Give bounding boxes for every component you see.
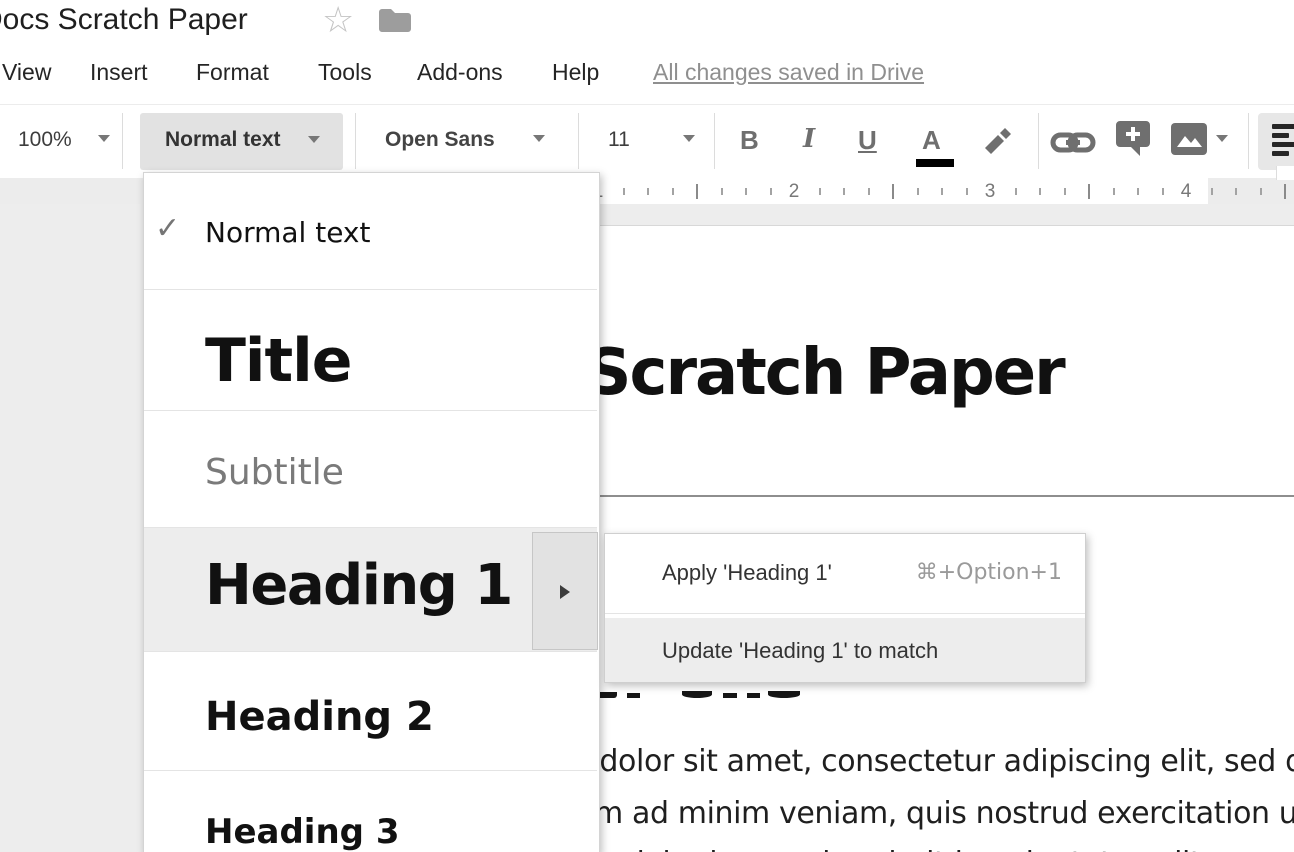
- insert-image-button[interactable]: [1170, 122, 1208, 161]
- ruler-tick: [868, 188, 870, 195]
- menu-view[interactable]: View: [2, 59, 51, 86]
- ruler-tick: [770, 188, 772, 195]
- menu-insert[interactable]: Insert: [90, 59, 148, 86]
- ruler-tick: [623, 188, 625, 195]
- menu-item-subtitle[interactable]: Subtitle: [144, 411, 597, 527]
- ruler-tick: [1235, 188, 1237, 195]
- ruler-tick: [696, 184, 698, 199]
- bold-button[interactable]: B: [740, 125, 759, 156]
- text-color-letter: A: [922, 125, 941, 156]
- ruler-tick: [1088, 184, 1090, 199]
- zoom-dropdown-arrow-icon[interactable]: [98, 135, 110, 142]
- ruler-tick: [647, 188, 649, 195]
- ruler-tick: [843, 188, 845, 195]
- ruler-tick: [1064, 188, 1066, 195]
- ruler-tick: [941, 188, 943, 195]
- paragraph-style-value: Normal text: [165, 128, 281, 152]
- menu-tools[interactable]: Tools: [318, 59, 372, 86]
- heading1-submenu-button[interactable]: [532, 532, 598, 650]
- ruler-tick: [917, 188, 919, 195]
- text-color-button[interactable]: A: [916, 119, 954, 165]
- italic-button[interactable]: I: [803, 124, 815, 154]
- align-icon: [1272, 124, 1294, 129]
- toolbar-separator: [714, 113, 715, 169]
- ruler-tick: [672, 188, 674, 195]
- font-size-select[interactable]: 11: [608, 128, 630, 152]
- ruler-tick: [1211, 188, 1213, 195]
- save-status-link[interactable]: All changes saved in Drive: [653, 59, 924, 86]
- insert-link-button[interactable]: [1050, 130, 1096, 161]
- google-docs-window: Docs Scratch Paper ☆ View Insert Format …: [0, 0, 1294, 852]
- ruler-tick: [819, 188, 821, 195]
- menu-format[interactable]: Format: [196, 59, 269, 86]
- ruler-number: 4: [1174, 181, 1198, 203]
- zoom-select[interactable]: 100%: [18, 128, 72, 152]
- toolbar-separator: [355, 113, 356, 169]
- toolbar-separator: [1248, 113, 1249, 169]
- image-dropdown-arrow-icon[interactable]: [1216, 135, 1228, 142]
- shortcut-label: ⌘+Option+1: [916, 560, 1062, 585]
- font-size-dropdown-arrow-icon[interactable]: [683, 135, 695, 142]
- submenu-item-update[interactable]: Update 'Heading 1' to match: [605, 618, 1085, 682]
- menu-addons[interactable]: Add-ons: [417, 59, 503, 86]
- ruler-number: 2: [782, 181, 806, 203]
- ruler-number: 3: [978, 181, 1002, 203]
- submenu-item-apply[interactable]: Apply 'Heading 1' ⌘+Option+1: [605, 534, 1085, 612]
- submenu-arrow-icon: [560, 585, 570, 599]
- menu-item-heading2[interactable]: Heading 2: [144, 652, 597, 770]
- ruler-tick: [1284, 184, 1286, 199]
- ruler-tick: [721, 188, 723, 195]
- ruler-tick: [966, 188, 968, 195]
- ruler-tick: [1162, 188, 1164, 195]
- font-dropdown-arrow-icon[interactable]: [533, 135, 545, 142]
- ruler-tick: [1015, 188, 1017, 195]
- toolbar-separator: [578, 113, 579, 169]
- menu-item-heading3[interactable]: Heading 3: [144, 771, 597, 852]
- text-color-bar: [916, 159, 954, 167]
- toolbar: 100% Normal text Open Sans 11 B I U A: [0, 104, 1294, 179]
- document-title-field[interactable]: Docs Scratch Paper: [0, 3, 248, 37]
- paragraph-style-select[interactable]: Normal text: [140, 113, 343, 170]
- paint-format-button[interactable]: [978, 123, 1016, 166]
- submenu-divider: [605, 613, 1085, 614]
- ruler-tick: [745, 188, 747, 195]
- toolbar-separator: [1038, 113, 1039, 169]
- toolbar-separator: [122, 113, 123, 169]
- menu-item-normal-text[interactable]: ✓ Normal text: [144, 173, 597, 289]
- heading1-submenu: Apply 'Heading 1' ⌘+Option+1 Update 'Hea…: [604, 533, 1086, 683]
- check-icon: ✓: [155, 211, 180, 246]
- menu-help[interactable]: Help: [552, 59, 599, 86]
- ruler-tick: [1039, 188, 1041, 195]
- ruler-tick: [1113, 188, 1115, 195]
- star-icon[interactable]: ☆: [322, 0, 354, 41]
- ruler-tick: [1260, 188, 1262, 195]
- font-select[interactable]: Open Sans: [385, 128, 495, 152]
- ruler-corner: [1276, 166, 1294, 180]
- paragraph-style-menu: ✓ Normal text Title Subtitle Heading 1 H…: [143, 172, 600, 852]
- ruler-tick: [1137, 188, 1139, 195]
- align-button[interactable]: [1258, 113, 1294, 170]
- menu-item-title[interactable]: Title: [144, 290, 597, 410]
- underline-button[interactable]: U: [858, 125, 877, 156]
- menu-item-heading1[interactable]: Heading 1: [144, 528, 597, 651]
- style-dropdown-arrow-icon: [308, 136, 320, 143]
- insert-comment-button[interactable]: [1115, 120, 1153, 167]
- folder-icon[interactable]: [378, 7, 412, 40]
- ruler-tick: [892, 184, 894, 199]
